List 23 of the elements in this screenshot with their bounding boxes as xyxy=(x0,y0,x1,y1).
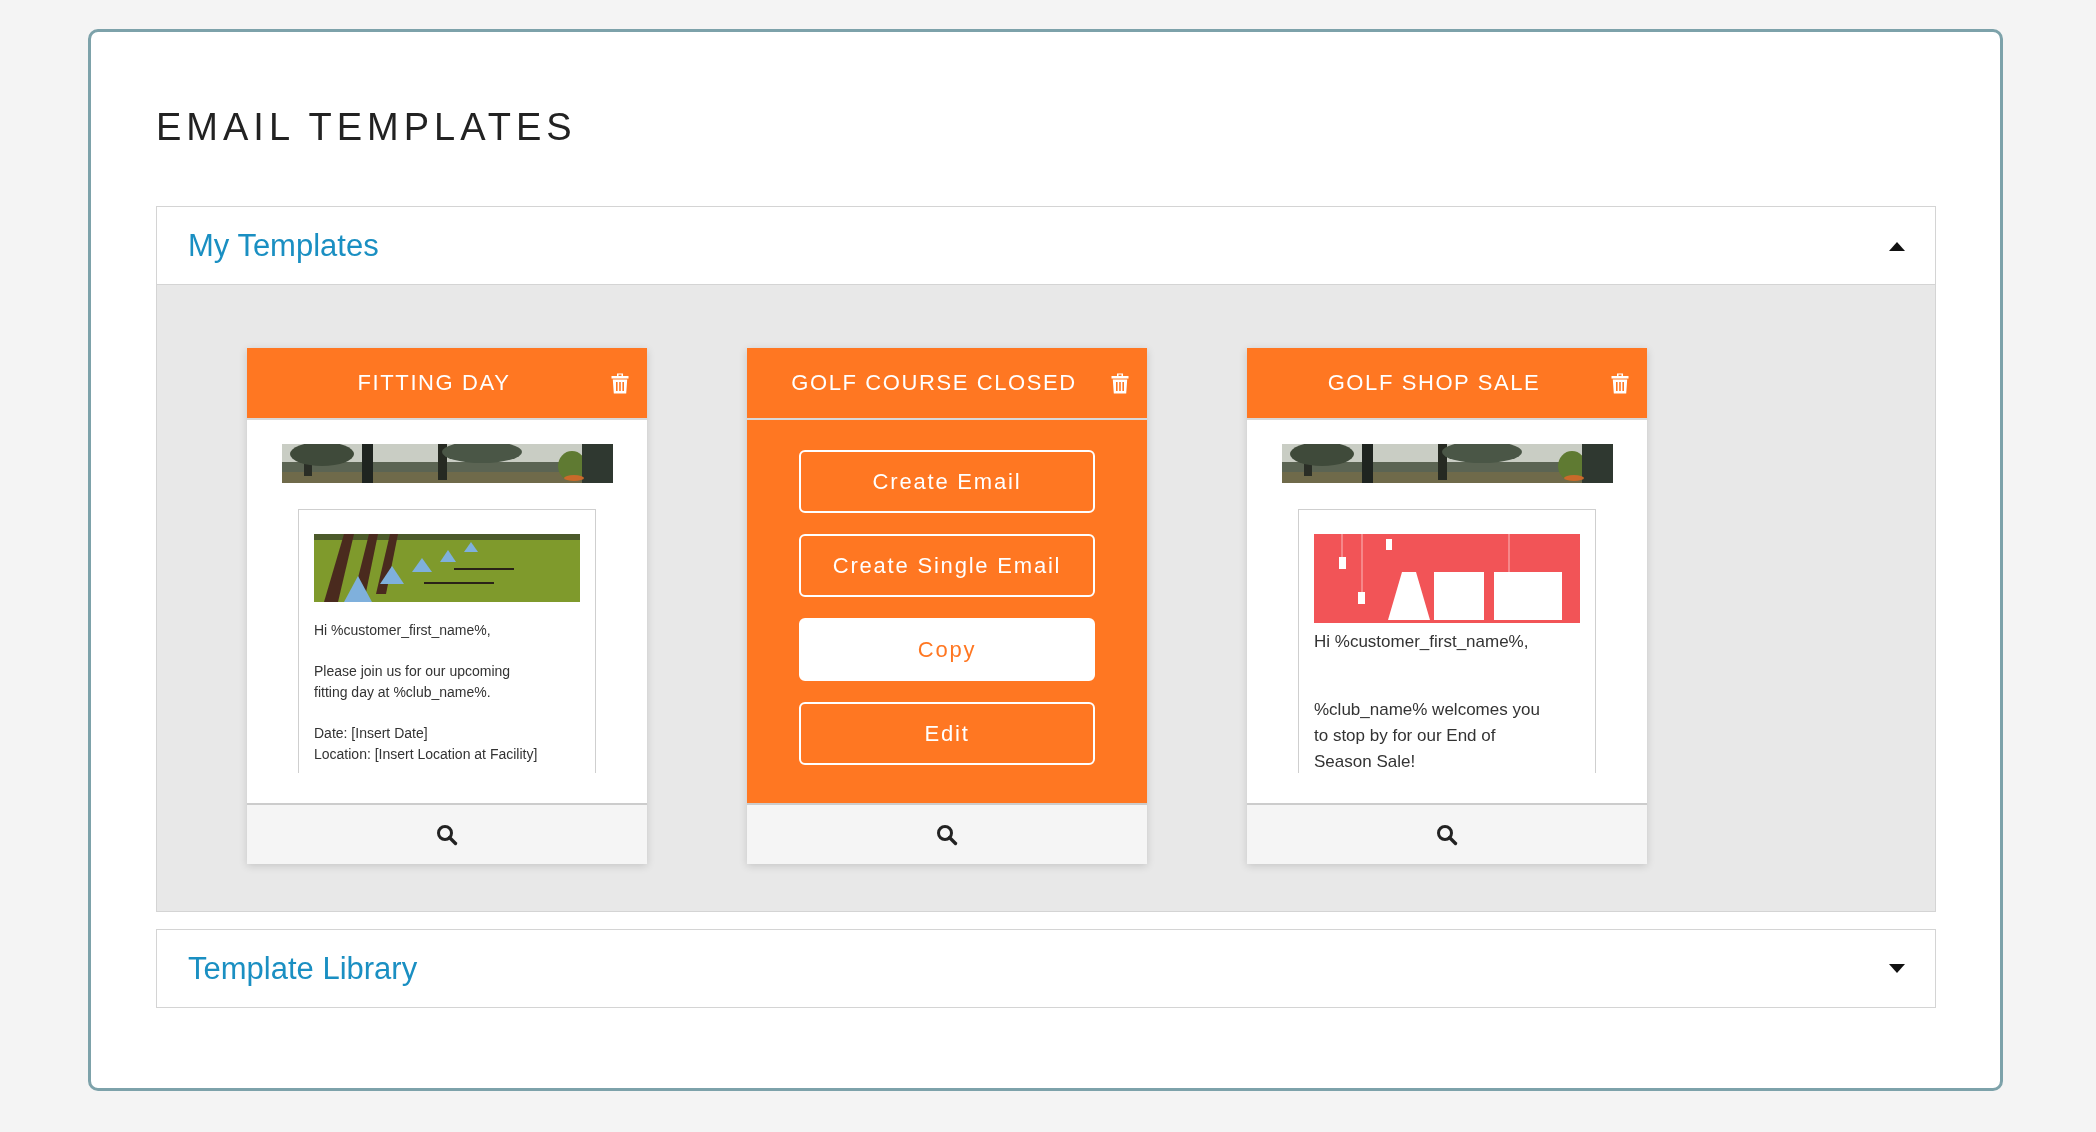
email-text: Hi %customer_first_name%, xyxy=(1314,631,1530,653)
action-button[interactable]: Edit xyxy=(799,702,1095,765)
search-icon[interactable] xyxy=(936,823,958,846)
trash-icon[interactable] xyxy=(1111,372,1129,394)
action-button[interactable]: Create Email xyxy=(799,450,1095,513)
caret-icon xyxy=(1889,963,1905,974)
email-text: Please join us for our upcoming fitting day at %club_name%. xyxy=(314,662,512,702)
search-icon[interactable] xyxy=(436,823,458,846)
card-title: GOLF SHOP SALE xyxy=(1326,370,1542,396)
trash-icon[interactable] xyxy=(611,372,629,394)
card-title: FITTING DAY xyxy=(356,370,512,396)
card-title: GOLF COURSE CLOSED xyxy=(790,370,1078,396)
email-text: Date: [Insert Date] Location: [Insert Location at Facility] xyxy=(314,724,539,764)
section-title: My Templates xyxy=(188,227,379,264)
caret-icon xyxy=(1889,240,1905,251)
page-title: EMAIL TEMPLATES xyxy=(156,105,578,150)
trash-icon[interactable] xyxy=(1611,372,1629,394)
search-icon[interactable] xyxy=(1436,823,1458,846)
email-text: %club_name% welcomes you to stop by for our End of Season Sale! xyxy=(1314,699,1541,773)
section-title: Template Library xyxy=(188,950,418,987)
action-button[interactable]: Copy xyxy=(799,618,1095,681)
action-button[interactable]: Create Single Email xyxy=(799,534,1095,597)
email-text: Hi %customer_first_name%, xyxy=(314,621,492,640)
